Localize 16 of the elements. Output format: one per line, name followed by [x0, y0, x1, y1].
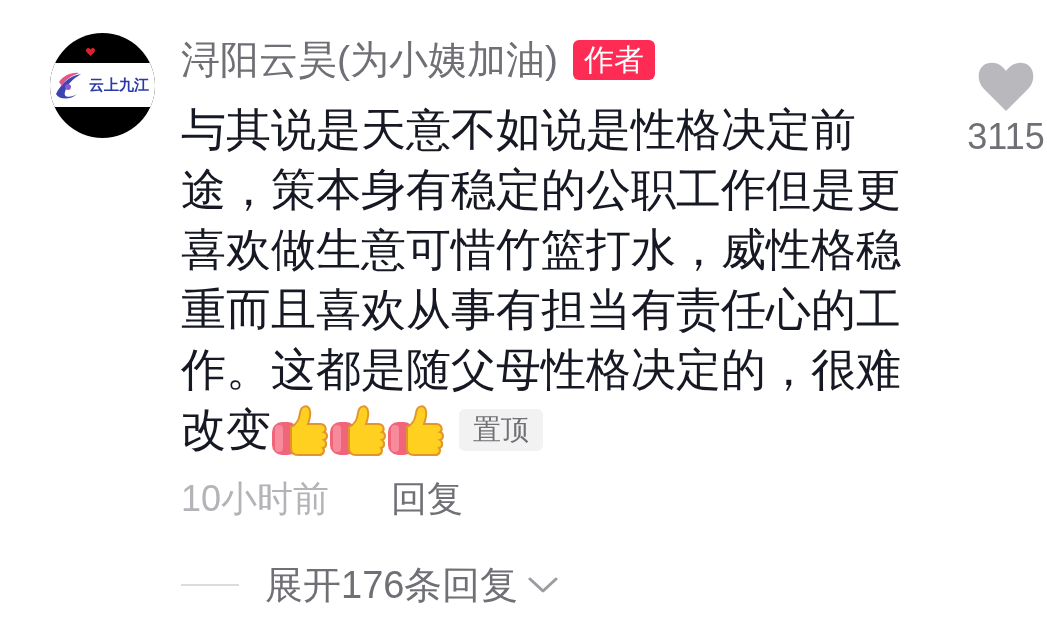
thumbs-up-icon [329, 402, 387, 458]
comment-time: 10小时前 [181, 479, 330, 519]
logo-text: 云上九江 [89, 76, 149, 94]
like-count: 3115 [967, 117, 1045, 157]
expand-replies-button[interactable]: 展开176条回复 [265, 563, 559, 607]
author-badge: 作者 [573, 40, 655, 80]
avatar[interactable]: 云上九江 [50, 33, 155, 138]
comment-text: 与其说是天意不如说是性格决定前途，策本身有稳定的公职工作但是更喜欢做生意可惜竹篮打水，威性格稳重而且喜欢从事有担当有责任心的工作。这都是随父母性格决定的，很难 [181, 103, 902, 397]
pinned-tag: 置顶 [459, 409, 543, 451]
heart-icon[interactable] [978, 62, 1034, 111]
comment-text: 改变 [181, 403, 271, 457]
reply-button[interactable]: 回复 [391, 479, 464, 519]
thumbs-up-icon [387, 402, 445, 458]
thumbs-up-icon [271, 402, 329, 458]
author-name[interactable]: 浔阳云昊(为小姨加油) [181, 40, 558, 80]
heart-icon [86, 48, 95, 56]
